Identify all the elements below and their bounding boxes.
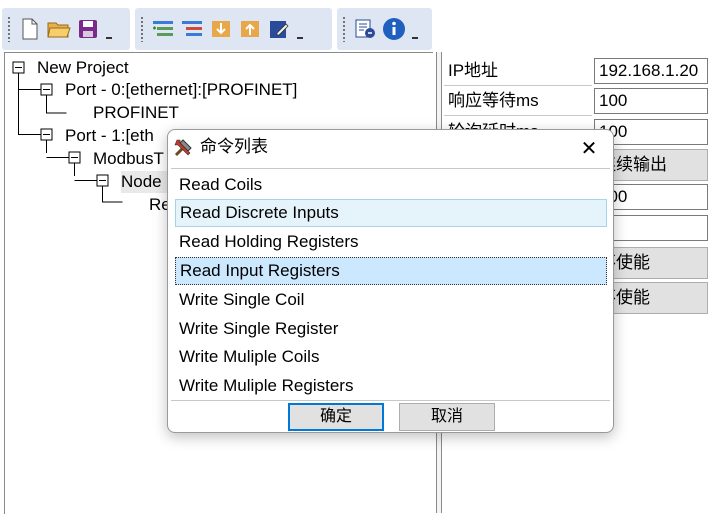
command-item-read-discrete-inputs[interactable]: Read Discrete Inputs [175,199,607,227]
toolbar-overflow-chevron-icon[interactable] [410,16,420,42]
tree-node-label: Port - 1:[eth [65,126,154,145]
tree-node-port-1[interactable]: Port - 1:[eth [65,125,154,147]
toolbar-grip[interactable] [140,16,144,42]
close-button[interactable]: ✕ [575,134,603,162]
property-row: 响应等待ms 100 [444,86,708,116]
command-item-write-multiple-registers[interactable]: Write Muliple Registers [175,372,607,400]
toolbar-edit-group [135,8,332,50]
command-item-write-multiple-coils[interactable]: Write Muliple Coils [175,343,607,371]
open-folder-icon[interactable] [46,16,72,42]
toolbar-grip[interactable] [342,16,346,42]
close-icon: ✕ [580,136,598,160]
tree-node-node[interactable]: Node [121,171,168,193]
command-item-read-coils[interactable]: Read Coils [175,171,607,199]
command-item-write-single-register[interactable]: Write Single Register [175,315,607,343]
cancel-button[interactable]: 取消 [399,403,495,431]
tools-icon [173,136,195,158]
command-list-dialog: 命令列表 ✕ Read Coils Read Discrete Inputs R… [167,129,614,433]
toolbar-overflow-chevron-icon[interactable] [104,16,114,42]
tree-node-project[interactable]: New Project [37,57,129,79]
command-item-read-holding-registers[interactable]: Read Holding Registers [175,228,607,256]
new-file-icon[interactable] [17,16,43,42]
upload-icon[interactable] [237,16,263,42]
command-list[interactable]: Read Coils Read Discrete Inputs Read Hol… [171,168,610,401]
toolbar-grip[interactable] [7,16,11,42]
save-icon[interactable] [75,16,101,42]
property-label: IP地址 [444,56,592,86]
tree-node-label: Port - 0:[ethernet]:[PROFINET] [65,80,298,99]
response-timeout-field[interactable]: 100 [594,88,708,114]
info-icon[interactable] [381,16,407,42]
dialog-title: 命令列表 [200,137,268,156]
property-row: IP地址 192.168.1.20 [444,56,708,86]
add-item-icon[interactable] [150,16,176,42]
ip-address-field[interactable]: 192.168.1.20 [594,58,708,84]
tree-node-label: PROFINET [93,103,179,122]
toolbar-info-group [337,8,432,50]
tree-node-label: ModbusT [93,149,164,168]
tree-node-modbus[interactable]: ModbusT [93,148,164,170]
download-icon[interactable] [208,16,234,42]
dialog-title-bar[interactable]: 命令列表 ✕ [168,130,613,164]
tree-node-label: New Project [37,58,129,77]
remove-item-icon[interactable] [179,16,205,42]
edit-icon[interactable] [266,16,292,42]
tree-node-port-0[interactable]: Port - 0:[ethernet]:[PROFINET] [65,79,297,101]
tree-node-profinet[interactable]: PROFINET [93,102,179,124]
ok-button[interactable]: 确定 [288,403,384,431]
tree-node-label: Node [121,172,162,191]
command-item-write-single-coil[interactable]: Write Single Coil [175,286,607,314]
toolbar-overflow-chevron-icon[interactable] [295,16,305,42]
property-label: 响应等待ms [444,86,592,116]
configure-icon[interactable] [352,16,378,42]
command-item-read-input-registers[interactable]: Read Input Registers [175,257,607,285]
toolbar-file-group [2,8,130,50]
